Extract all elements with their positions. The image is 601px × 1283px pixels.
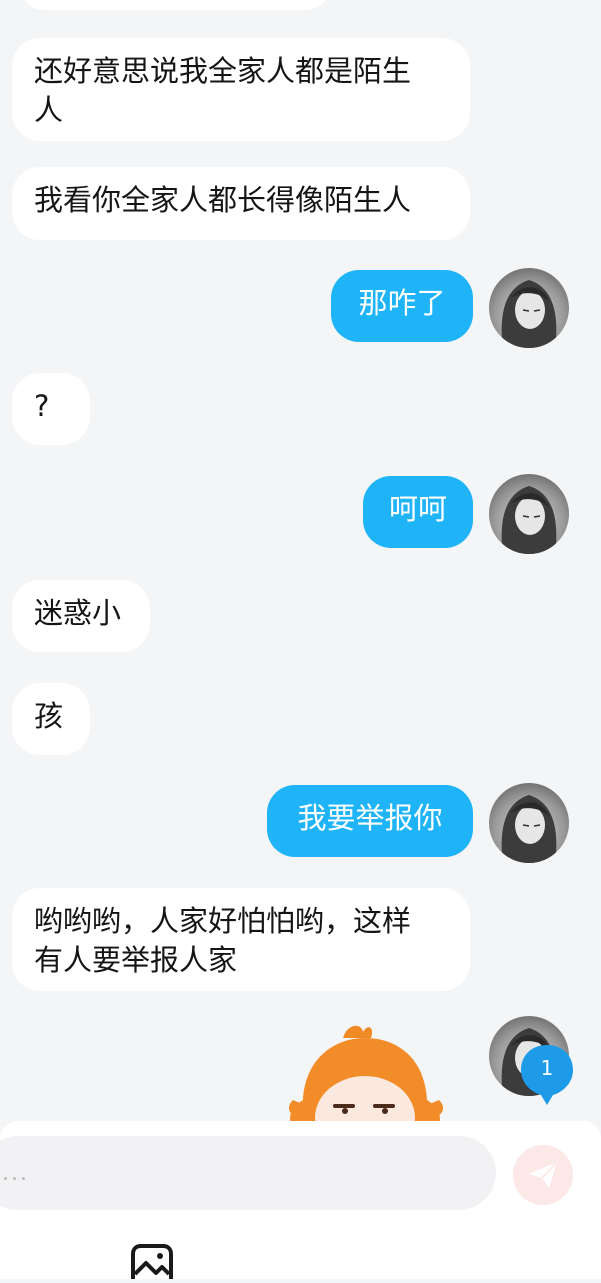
message-text-line: ? <box>34 389 50 423</box>
avatar-portrait-icon <box>501 795 557 863</box>
user-avatar[interactable] <box>489 268 569 348</box>
message-text-line: 哟哟哟，人家好怕怕哟，这样 <box>34 904 412 938</box>
message-bubble-outgoing[interactable]: 我要举报你 <box>267 785 473 857</box>
orange-haired-girl-sticker-icon <box>288 1025 444 1125</box>
image-button[interactable] <box>128 1244 176 1279</box>
message-text-line: 人 <box>34 93 64 127</box>
message-text-line: 我看你全家人都长得像陌生人 <box>34 183 412 217</box>
message-input[interactable] <box>0 1136 496 1210</box>
image-icon <box>131 1244 173 1279</box>
message-bubble-incoming[interactable]: 哟哟哟，人家好怕怕哟，这样 有人要举报人家 <box>12 888 470 991</box>
composer-toolbar <box>0 1218 601 1279</box>
message-text-line: 孩 <box>34 699 64 733</box>
message-text-line: 有人要举报人家 <box>34 943 238 977</box>
message-composer <box>0 1121 601 1218</box>
message-text-line: 那咋了 <box>358 286 446 320</box>
message-text-line: 我要举报你 <box>297 801 443 835</box>
unread-badge[interactable]: 1 <box>519 1043 575 1107</box>
message-bubble-incoming[interactable]: 孩 <box>12 683 90 755</box>
message-bubble-incoming[interactable]: 迷惑小 <box>12 580 150 652</box>
paper-plane-icon <box>529 1161 558 1188</box>
user-avatar[interactable] <box>489 783 569 863</box>
previous-message-bubble <box>20 0 330 10</box>
send-button[interactable] <box>513 1145 573 1205</box>
message-bubble-outgoing[interactable]: 呵呵 <box>363 476 473 548</box>
message-text-line: 还好意思说我全家人都是陌生 <box>34 54 412 88</box>
chat-messages[interactable]: 还好意思说我全家人都是陌生 人 我看你全家人都长得像陌生人 那咋了 ? 呵呵 迷… <box>0 0 601 1125</box>
message-text-line: 迷惑小 <box>34 596 122 630</box>
avatar-portrait-icon <box>501 486 557 554</box>
message-text-line: 呵呵 <box>388 492 447 526</box>
message-bubble-incoming[interactable]: ? <box>12 373 90 445</box>
message-bubble-incoming[interactable]: 我看你全家人都长得像陌生人 <box>12 167 470 240</box>
message-bubble-outgoing[interactable]: 那咋了 <box>331 270 473 342</box>
user-avatar[interactable] <box>489 474 569 554</box>
sticker-message[interactable] <box>283 1020 448 1125</box>
message-bubble-incoming[interactable]: 还好意思说我全家人都是陌生 人 <box>12 38 470 141</box>
unread-count: 1 <box>540 1056 554 1080</box>
avatar-portrait-icon <box>501 280 557 348</box>
